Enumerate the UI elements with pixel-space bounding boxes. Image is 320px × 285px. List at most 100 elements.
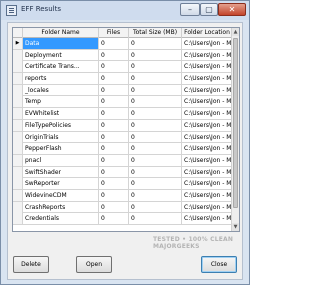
cell-folder-name[interactable]: OriginTrials — [23, 131, 99, 143]
cell-folder-location[interactable]: C:\Users\Jon - Ma... — [182, 178, 233, 190]
open-button[interactable]: Open — [76, 256, 112, 273]
vertical-scrollbar[interactable]: ▲ ▼ — [231, 28, 239, 231]
table-row[interactable]: Certificate Trans...00C:\Users\Jon - Ma.… — [13, 61, 233, 74]
cell-folder-name[interactable]: _locales — [23, 84, 99, 96]
cell-files[interactable]: 0 — [99, 108, 129, 120]
column-header-folder-location[interactable]: Folder Location — [182, 28, 233, 38]
row-selector[interactable] — [13, 178, 23, 190]
table-row[interactable]: _locales00C:\Users\Jon - Ma... — [13, 84, 233, 97]
table-row[interactable]: WidevineCDM00C:\Users\Jon - Ma... — [13, 189, 233, 202]
cell-folder-name[interactable]: PepperFlash — [23, 143, 99, 155]
cell-files[interactable]: 0 — [99, 166, 129, 178]
scroll-up-icon[interactable]: ▲ — [232, 28, 239, 36]
row-selector[interactable]: ▶ — [13, 38, 23, 49]
cell-folder-location[interactable]: C:\Users\Jon - Ma... — [182, 38, 233, 49]
row-selector[interactable] — [13, 154, 23, 166]
row-selector[interactable] — [13, 49, 23, 61]
scroll-thumb[interactable] — [233, 38, 238, 208]
title-bar[interactable]: EFF Results – ▢ ✕ — [1, 1, 249, 20]
table-row[interactable]: SwiftShader00C:\Users\Jon - Ma... — [13, 166, 233, 179]
cell-files[interactable]: 0 — [99, 73, 129, 85]
scroll-down-icon[interactable]: ▼ — [232, 223, 239, 231]
cell-total-size[interactable]: 0 — [129, 201, 182, 213]
table-row[interactable]: FileTypePolicies00C:\Users\Jon - Ma... — [13, 119, 233, 132]
row-selector[interactable] — [13, 166, 23, 178]
row-selector[interactable] — [13, 131, 23, 143]
table-row[interactable]: SwReporter00C:\Users\Jon - Ma... — [13, 178, 233, 190]
cell-folder-name[interactable]: Temp — [23, 96, 99, 108]
cell-folder-location[interactable]: C:\Users\Jon - Ma... — [182, 154, 233, 166]
cell-files[interactable]: 0 — [99, 96, 129, 108]
cell-files[interactable]: 0 — [99, 201, 129, 213]
cell-folder-location[interactable]: C:\Users\Jon - Ma... — [182, 201, 233, 213]
column-header-files[interactable]: Files — [99, 28, 129, 38]
row-selector[interactable] — [13, 143, 23, 155]
cell-total-size[interactable]: 0 — [129, 49, 182, 61]
cell-folder-name[interactable]: pnacl — [23, 154, 99, 166]
column-header-total-size[interactable]: Total Size (MB) — [129, 28, 182, 38]
cell-total-size[interactable]: 0 — [129, 119, 182, 131]
close-window-button[interactable]: ✕ — [218, 3, 246, 16]
row-selector[interactable] — [13, 108, 23, 120]
cell-files[interactable]: 0 — [99, 38, 129, 49]
table-row[interactable]: CrashReports00C:\Users\Jon - Ma... — [13, 201, 233, 214]
cell-total-size[interactable]: 0 — [129, 189, 182, 201]
row-selector[interactable] — [13, 213, 23, 225]
table-row[interactable]: Deployment00C:\Users\Jon - Ma... — [13, 49, 233, 62]
row-selector[interactable] — [13, 96, 23, 108]
cell-folder-name[interactable]: FileTypePolicies — [23, 119, 99, 131]
cell-folder-location[interactable]: C:\Users\Jon - Ma... — [182, 84, 233, 96]
cell-folder-location[interactable]: C:\Users\Jon - Ma... — [182, 96, 233, 108]
table-row[interactable]: EVWhitelist00C:\Users\Jon - Ma... — [13, 108, 233, 120]
cell-files[interactable]: 0 — [99, 143, 129, 155]
cell-folder-name[interactable]: CrashReports — [23, 201, 99, 213]
table-row[interactable]: PepperFlash00C:\Users\Jon - Ma... — [13, 143, 233, 155]
cell-total-size[interactable]: 0 — [129, 178, 182, 190]
cell-folder-location[interactable]: C:\Users\Jon - Ma... — [182, 73, 233, 85]
minimize-button[interactable]: – — [180, 3, 200, 16]
table-row[interactable]: OriginTrials00C:\Users\Jon - Ma... — [13, 131, 233, 144]
table-row[interactable]: Credentials00C:\Users\Jon - Ma... — [13, 213, 233, 225]
cell-folder-name[interactable]: SwReporter — [23, 178, 99, 190]
cell-files[interactable]: 0 — [99, 154, 129, 166]
results-grid[interactable]: Folder Name Files Total Size (MB) Folder… — [12, 27, 240, 232]
cell-total-size[interactable]: 0 — [129, 154, 182, 166]
cell-folder-location[interactable]: C:\Users\Jon - Ma... — [182, 143, 233, 155]
row-selector[interactable] — [13, 61, 23, 73]
cell-files[interactable]: 0 — [99, 178, 129, 190]
cell-folder-name[interactable]: Credentials — [23, 213, 99, 225]
close-button[interactable]: Close — [201, 256, 237, 273]
table-row[interactable]: reports00C:\Users\Jon - Ma... — [13, 73, 233, 85]
delete-button[interactable]: Delete — [13, 256, 49, 273]
cell-folder-name[interactable]: WidevineCDM — [23, 189, 99, 201]
cell-folder-location[interactable]: C:\Users\Jon - Ma... — [182, 213, 233, 225]
column-header-folder-name[interactable]: Folder Name — [23, 28, 99, 38]
row-selector[interactable] — [13, 189, 23, 201]
cell-folder-name[interactable]: SwiftShader — [23, 166, 99, 178]
table-row[interactable]: ▶Data00C:\Users\Jon - Ma... — [13, 38, 233, 50]
cell-folder-name[interactable]: Deployment — [23, 49, 99, 61]
maximize-button[interactable]: ▢ — [200, 3, 218, 16]
table-row[interactable]: Temp00C:\Users\Jon - Ma... — [13, 96, 233, 109]
cell-total-size[interactable]: 0 — [129, 143, 182, 155]
cell-files[interactable]: 0 — [99, 213, 129, 225]
table-row[interactable]: pnacl00C:\Users\Jon - Ma... — [13, 154, 233, 167]
cell-total-size[interactable]: 0 — [129, 96, 182, 108]
cell-files[interactable]: 0 — [99, 131, 129, 143]
cell-folder-location[interactable]: C:\Users\Jon - Ma... — [182, 131, 233, 143]
row-selector[interactable] — [13, 84, 23, 96]
cell-folder-name[interactable]: reports — [23, 73, 99, 85]
cell-folder-location[interactable]: C:\Users\Jon - Ma... — [182, 166, 233, 178]
cell-folder-location[interactable]: C:\Users\Jon - Ma... — [182, 108, 233, 120]
cell-folder-location[interactable]: C:\Users\Jon - Ma... — [182, 61, 233, 73]
cell-total-size[interactable]: 0 — [129, 38, 182, 49]
cell-total-size[interactable]: 0 — [129, 61, 182, 73]
cell-total-size[interactable]: 0 — [129, 84, 182, 96]
cell-folder-name[interactable]: EVWhitelist — [23, 108, 99, 120]
cell-total-size[interactable]: 0 — [129, 166, 182, 178]
cell-folder-location[interactable]: C:\Users\Jon - Ma... — [182, 119, 233, 131]
cell-total-size[interactable]: 0 — [129, 108, 182, 120]
cell-files[interactable]: 0 — [99, 49, 129, 61]
row-selector[interactable] — [13, 119, 23, 131]
row-selector[interactable] — [13, 201, 23, 213]
